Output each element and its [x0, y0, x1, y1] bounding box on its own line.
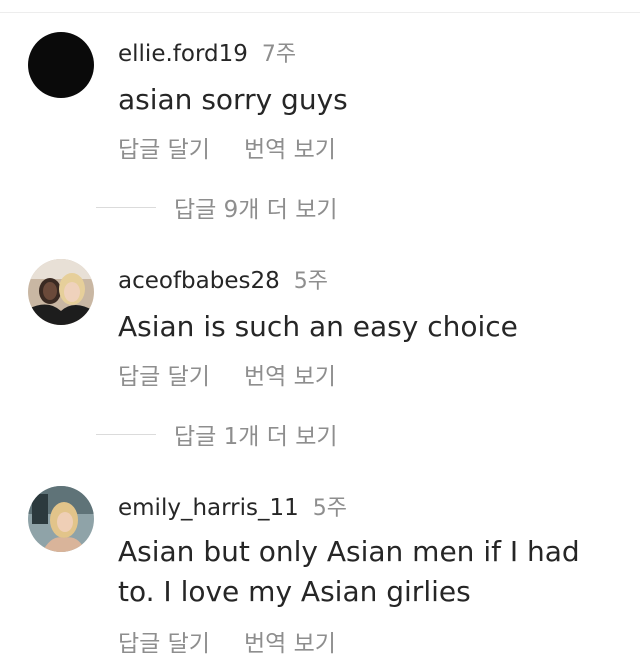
top-divider	[0, 12, 640, 13]
comment-timestamp[interactable]: 5주	[313, 490, 347, 522]
avatar-image	[28, 32, 94, 98]
reply-button[interactable]: 답글 달기	[118, 624, 210, 658]
view-replies-label: 답글 9개 더 보기	[174, 197, 338, 223]
see-translation-button[interactable]: 번역 보기	[244, 130, 336, 164]
comment-timestamp[interactable]: 5주	[294, 263, 328, 295]
comment-username[interactable]: ellie.ford19	[118, 41, 248, 67]
avatar[interactable]	[28, 259, 94, 325]
see-translation-button[interactable]: 번역 보기	[244, 357, 336, 391]
comment-item: ellie.ford19 7주 asian sorry guys 답글 달기 번…	[0, 32, 640, 232]
reply-thread-line	[96, 433, 156, 435]
reply-thread-line	[96, 206, 156, 208]
reply-button[interactable]: 답글 달기	[118, 357, 210, 391]
comment-timestamp[interactable]: 7주	[262, 36, 296, 68]
avatar-image	[28, 259, 94, 325]
comment-text: asian sorry guys	[118, 83, 348, 116]
comment-item: aceofbabes28 5주 Asian is such an easy ch…	[0, 259, 640, 459]
comment-username[interactable]: emily_harris_11	[118, 495, 299, 521]
reply-button[interactable]: 답글 달기	[118, 130, 210, 164]
view-replies-button[interactable]: 답글 1개 더 보기	[96, 417, 338, 451]
view-replies-button[interactable]: 답글 9개 더 보기	[96, 190, 338, 224]
comment-item: emily_harris_11 5주 Asian but only Asian …	[0, 486, 640, 664]
see-translation-button[interactable]: 번역 보기	[244, 624, 336, 658]
comment-text: Asian is such an easy choice	[118, 310, 518, 343]
comment-username[interactable]: aceofbabes28	[118, 268, 280, 294]
avatar[interactable]	[28, 32, 94, 98]
avatar[interactable]	[28, 486, 94, 552]
comment-text: Asian but only Asian men if I had to. I …	[118, 535, 580, 608]
avatar-image	[28, 486, 94, 552]
view-replies-label: 답글 1개 더 보기	[174, 424, 338, 450]
